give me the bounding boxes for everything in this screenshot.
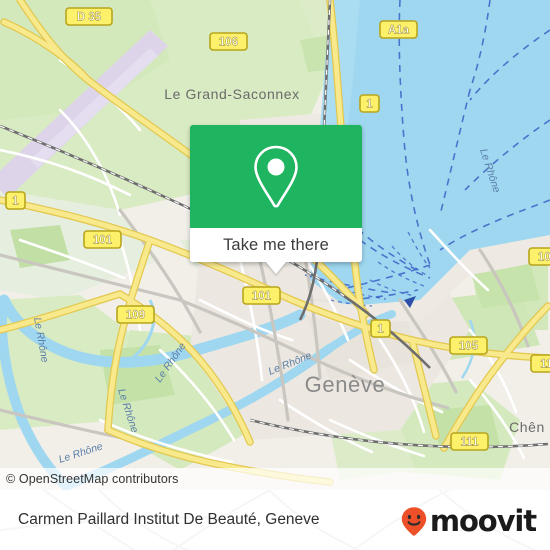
svg-text:101: 101 [93,235,113,247]
road-shield: 105 [449,336,488,355]
svg-text:D 35: D 35 [77,12,102,24]
popup-icon-area [190,125,362,228]
svg-text:1: 1 [12,196,19,208]
svg-text:109: 109 [126,310,145,322]
road-shield: 109 [116,305,155,324]
place-label: Chên [509,419,545,435]
road-shield: 105 [528,247,550,266]
road-shield: 101 [242,286,281,305]
map-pin-icon [254,145,298,207]
svg-text:116: 116 [540,359,550,371]
road-shield: 1 [370,319,391,338]
svg-text:101: 101 [252,291,272,303]
svg-text:105: 105 [538,252,550,264]
road-shield: 101 [83,230,122,249]
moovit-map-share-screen: Le Rhône Le Rhône Le Rhône Le Rhône Le Rhône… [0,0,550,550]
take-me-there-popup[interactable]: Take me there [190,125,362,274]
popup-pointer-tail [266,262,286,274]
road-shield: A1a [379,20,418,39]
svg-text:A1a: A1a [388,25,410,37]
road-shield: D 35 [65,7,113,26]
road-shield: 1 [5,191,26,210]
road-shield: 111 [450,432,489,451]
road-shield: 106 [209,32,248,51]
svg-text:1: 1 [377,324,384,336]
take-me-there-button[interactable]: Take me there [190,228,362,262]
svg-text:111: 111 [461,437,480,449]
footer-bar: Carmen Paillard Institut De Beauté, Gene… [0,490,550,550]
moovit-logo[interactable]: moovit [399,504,537,538]
place-label: Le Grand-Saconnex [164,86,300,102]
road-shield: 116 [530,354,550,373]
svg-text:105: 105 [459,341,479,353]
place-title: Carmen Paillard Institut De Beauté, Gene… [18,511,320,528]
road-shield: 1 [359,94,380,113]
attribution-text: © OpenStreetMap contributors [6,472,179,486]
place-label: Genève [305,372,386,397]
moovit-wordmark: moovit [429,504,537,538]
svg-text:1: 1 [366,99,373,111]
take-me-there-label: Take me there [223,235,329,254]
moovit-smile-pin-icon [401,507,427,536]
map-attribution: © OpenStreetMap contributors [0,468,550,490]
svg-text:106: 106 [219,37,238,49]
